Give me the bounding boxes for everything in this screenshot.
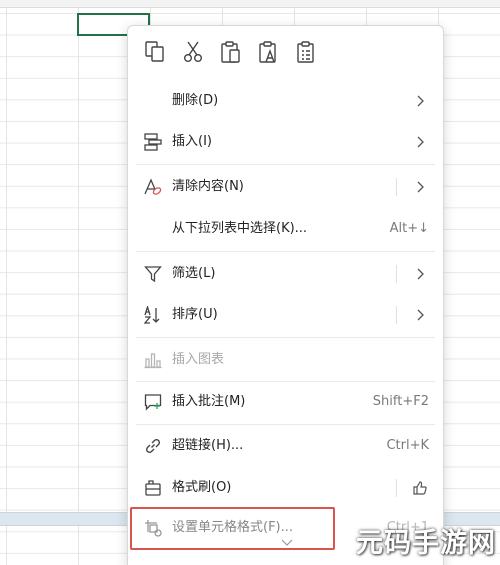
paste-special-icon [297,41,314,63]
menu-separator [136,381,435,382]
menu-item-label: 筛选(L) [172,266,216,281]
chevron-right-icon[interactable] [413,308,427,322]
menu-item-hyperlink[interactable]: 超链接(H)... Ctrl+K [128,428,443,464]
menu-item-filter[interactable]: 筛选(L) [128,256,443,292]
insert-cells-icon [143,132,163,152]
link-icon [143,436,163,456]
menu-item-pick-from-dropdown[interactable]: 从下拉列表中选择(K)... Alt+↓ [128,211,443,247]
clear-contents-icon [143,177,163,197]
menu-item-divider [396,178,397,196]
menu-item-label: 清除内容(N) [172,179,244,194]
menu-item-label: 格式刷(O) [172,480,232,495]
menu-item-insert[interactable]: 插入(I) [128,124,443,160]
chart-icon [143,350,163,370]
chevron-right-icon [417,95,424,107]
menu-item-sort[interactable]: 排序(U) [128,297,443,333]
menu-item-label: 插入批注(M) [172,394,246,409]
menu-item-divider [396,479,397,497]
menu-item-shortcut: Ctrl+K [386,438,429,453]
paste-button[interactable] [218,38,244,66]
menu-separator [136,251,435,252]
cut-icon [184,41,202,62]
menu-item-label: 设置单元格格式(F)... [172,520,294,535]
menu-item-insert-chart: 插入图表 [128,342,443,378]
thumbs-up-icon[interactable] [413,481,427,495]
menu-separator [136,424,435,425]
menu-item-divider [396,306,397,324]
menu-item-label: 排序(U) [172,307,218,322]
chevron-right-icon[interactable] [413,267,427,281]
menu-item-label: 从下拉列表中选择(K)... [172,221,308,236]
column-header-strip [0,0,500,8]
paste-values-icon [259,41,276,63]
copy-icon [145,41,164,62]
chevron-right-icon[interactable] [413,180,427,194]
paste-values-button[interactable] [256,38,282,66]
menu-item-label: 删除(D) [172,93,219,108]
sort-icon [143,305,163,325]
menu-item-label: 插入(I) [172,134,212,149]
copy-button[interactable] [142,38,168,66]
menu-item-clear-contents[interactable]: 清除内容(N) [128,169,443,205]
menu-item-shortcut: Shift+F2 [372,394,429,409]
context-menu: 删除(D) 插入(I) 清除内容(N) 从下拉列表中选择(K)... Alt+↓… [127,25,444,565]
menu-item-label: 插入图表 [172,352,225,367]
cut-button[interactable] [180,38,206,66]
menu-separator [136,337,435,338]
format-cells-icon [143,518,163,538]
menu-item-shortcut: Alt+↓ [389,221,429,236]
menu-separator [136,164,435,165]
comment-icon [143,392,163,412]
paste-special-button[interactable] [294,38,320,66]
quick-action-bar [128,26,443,78]
filter-icon [143,264,163,284]
paste-icon [221,41,240,63]
menu-item-delete[interactable]: 删除(D) [128,83,443,119]
menu-item-label: 超链接(H)... [172,438,244,453]
menu-item-divider [396,265,397,283]
menu-scroll-down-icon[interactable] [280,538,294,548]
chevron-right-icon [417,136,424,148]
format-painter-icon [143,478,163,498]
watermark-text: 元码手游网 [356,527,496,559]
menu-item-format-painter[interactable]: 格式刷(O) [128,470,443,506]
menu-item-insert-comment[interactable]: 插入批注(M) Shift+F2 [128,384,443,420]
